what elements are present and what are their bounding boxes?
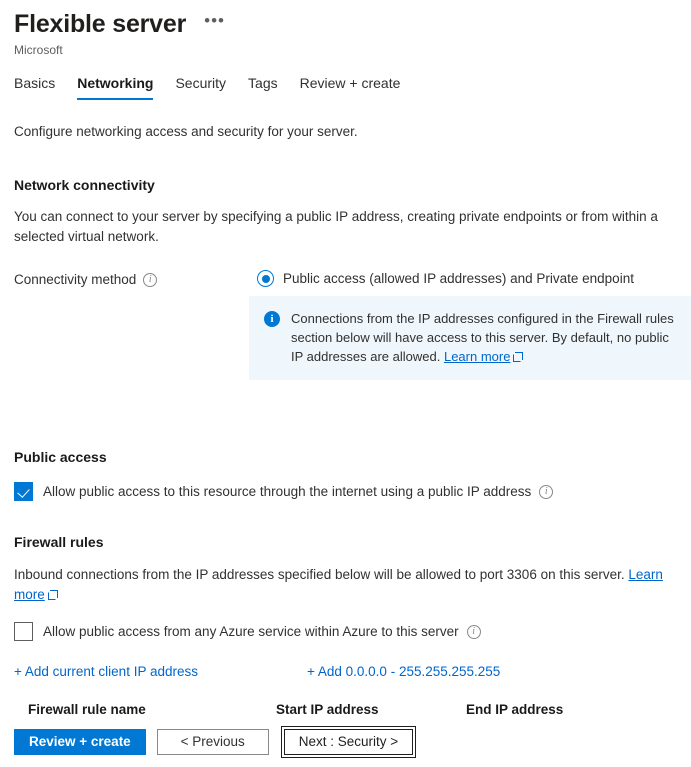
allow-public-access-checkbox[interactable]: [14, 482, 33, 501]
info-banner-learn-more-link[interactable]: Learn more: [444, 349, 510, 364]
allow-azure-services-label-group: Allow public access from any Azure servi…: [43, 622, 481, 641]
info-filled-icon: i: [264, 311, 280, 327]
wizard-footer: Review + create < Previous Next : Securi…: [0, 720, 691, 767]
page-content: Configure networking access and security…: [0, 122, 691, 767]
network-connectivity-description: You can connect to your server by specif…: [14, 207, 677, 247]
column-header-rule-name: Firewall rule name: [28, 700, 276, 719]
radio-public-access-label: Public access (allowed IP addresses) and…: [283, 269, 634, 288]
connectivity-method-label-group: Connectivity method i: [14, 269, 257, 289]
title-row: Flexible server •••: [14, 8, 691, 40]
allow-azure-services-checkbox[interactable]: [14, 622, 33, 641]
page-subtitle: Microsoft: [14, 42, 691, 58]
add-client-ip-slot: + Add current client IP address: [14, 663, 307, 681]
add-current-client-ip-link[interactable]: + Add current client IP address: [14, 664, 198, 679]
info-icon[interactable]: i: [143, 273, 157, 287]
add-all-ip-range-link[interactable]: + Add 0.0.0.0 - 255.255.255.255: [307, 664, 500, 679]
add-ip-links-row: + Add current client IP address + Add 0.…: [14, 663, 677, 681]
external-link-icon: [48, 590, 57, 599]
info-icon[interactable]: i: [539, 485, 553, 499]
firewall-rules-description-text: Inbound connections from the IP addresse…: [14, 567, 628, 582]
allow-public-access-checkbox-row[interactable]: Allow public access to this resource thr…: [14, 482, 677, 501]
firewall-rules-description: Inbound connections from the IP addresse…: [14, 565, 677, 605]
allow-azure-services-label: Allow public access from any Azure servi…: [43, 622, 459, 641]
column-header-start-ip: Start IP address: [276, 700, 466, 719]
page-header: Flexible server ••• Microsoft: [0, 0, 691, 58]
allow-public-access-label: Allow public access to this resource thr…: [43, 482, 531, 501]
allow-azure-services-checkbox-row[interactable]: Allow public access from any Azure servi…: [14, 622, 677, 641]
tab-security[interactable]: Security: [175, 74, 226, 100]
page-lead-text: Configure networking access and security…: [14, 122, 677, 142]
add-all-ip-slot: + Add 0.0.0.0 - 255.255.255.255: [307, 663, 500, 681]
allow-public-access-label-group: Allow public access to this resource thr…: [43, 482, 553, 501]
radio-public-access[interactable]: Public access (allowed IP addresses) and…: [257, 269, 677, 288]
network-connectivity-heading: Network connectivity: [14, 175, 677, 195]
connectivity-method-label: Connectivity method: [14, 270, 136, 289]
info-banner: i Connections from the IP addresses conf…: [249, 296, 691, 380]
more-options-icon[interactable]: •••: [200, 12, 229, 36]
external-link-icon: [513, 352, 522, 361]
previous-button[interactable]: < Previous: [157, 729, 269, 755]
info-icon[interactable]: i: [467, 625, 481, 639]
column-header-end-ip: End IP address: [466, 700, 656, 719]
tab-basics[interactable]: Basics: [14, 74, 55, 100]
tab-networking[interactable]: Networking: [77, 74, 153, 100]
info-banner-text: Connections from the IP addresses config…: [291, 309, 677, 366]
firewall-rules-heading: Firewall rules: [14, 532, 677, 552]
tab-tags[interactable]: Tags: [248, 74, 278, 100]
flexible-server-networking-page: Flexible server ••• Microsoft Basics Net…: [0, 0, 691, 767]
next-security-button[interactable]: Next : Security >: [284, 729, 413, 755]
tab-review-create[interactable]: Review + create: [300, 74, 401, 100]
public-access-heading: Public access: [14, 447, 677, 467]
page-title: Flexible server: [14, 8, 186, 40]
wizard-tabs: Basics Networking Security Tags Review +…: [0, 70, 691, 100]
radio-public-access-indicator[interactable]: [257, 270, 274, 287]
review-create-button[interactable]: Review + create: [14, 729, 146, 755]
